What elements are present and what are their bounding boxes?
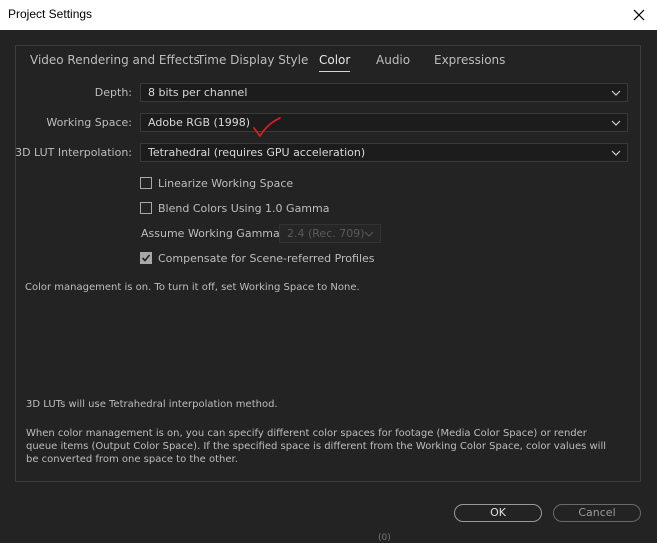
color-management-description: When color management is on, you can spe…: [26, 428, 606, 465]
gamma-select: 2.4 (Rec. 709): [279, 224, 381, 243]
background-fragment: (0): [378, 533, 391, 543]
blend-label: Blend Colors Using 1.0 Gamma: [158, 201, 330, 215]
chevron-down-icon: [611, 120, 621, 126]
compensate-checkbox[interactable]: [140, 252, 152, 264]
color-management-status: Color management is on. To turn it off, …: [25, 282, 360, 293]
compensate-label: Compensate for Scene-referred Profiles: [158, 251, 375, 265]
gamma-label: Assume Working Gamma:: [141, 227, 284, 240]
lut-value: Tetrahedral (requires GPU acceleration): [148, 146, 366, 159]
depth-select[interactable]: 8 bits per channel: [140, 83, 628, 102]
depth-label: Depth:: [94, 86, 132, 99]
tab-audio[interactable]: Audio: [376, 53, 410, 67]
ok-button[interactable]: OK: [454, 504, 542, 522]
annotation-checkmark-icon: [253, 117, 281, 138]
lut-interpolation-select[interactable]: Tetrahedral (requires GPU acceleration): [140, 143, 628, 162]
cancel-button[interactable]: Cancel: [553, 504, 641, 522]
tab-time-display[interactable]: Time Display Style: [197, 53, 308, 67]
working-space-label: Working Space:: [46, 116, 132, 129]
close-icon[interactable]: [627, 3, 651, 27]
linearize-checkbox[interactable]: [140, 177, 152, 189]
tab-color[interactable]: Color: [319, 53, 351, 72]
chevron-down-icon: [364, 231, 374, 237]
blend-checkbox[interactable]: [140, 202, 152, 214]
window-title: Project Settings: [8, 7, 93, 21]
checkmark-icon: [141, 254, 151, 262]
chevron-down-icon: [611, 90, 621, 96]
tab-video-rendering[interactable]: Video Rendering and Effects: [30, 53, 200, 67]
title-bar: Project Settings: [0, 0, 657, 30]
lut-label: 3D LUT Interpolation:: [15, 146, 132, 159]
working-space-value: Adobe RGB (1998): [148, 116, 251, 129]
chevron-down-icon: [611, 150, 621, 156]
compensate-checkbox-row[interactable]: Compensate for Scene-referred Profiles: [140, 250, 375, 266]
linearize-label: Linearize Working Space: [158, 176, 294, 190]
depth-value: 8 bits per channel: [148, 86, 248, 99]
tab-bar: Video Rendering and Effects Time Display…: [15, 45, 641, 75]
gamma-value: 2.4 (Rec. 709): [287, 227, 365, 240]
working-space-select[interactable]: Adobe RGB (1998): [140, 113, 628, 132]
tab-expressions[interactable]: Expressions: [434, 53, 505, 67]
blend-checkbox-row[interactable]: Blend Colors Using 1.0 Gamma: [140, 200, 329, 216]
lut-note: 3D LUTs will use Tetrahedral interpolati…: [26, 399, 278, 410]
linearize-checkbox-row[interactable]: Linearize Working Space: [140, 175, 293, 191]
